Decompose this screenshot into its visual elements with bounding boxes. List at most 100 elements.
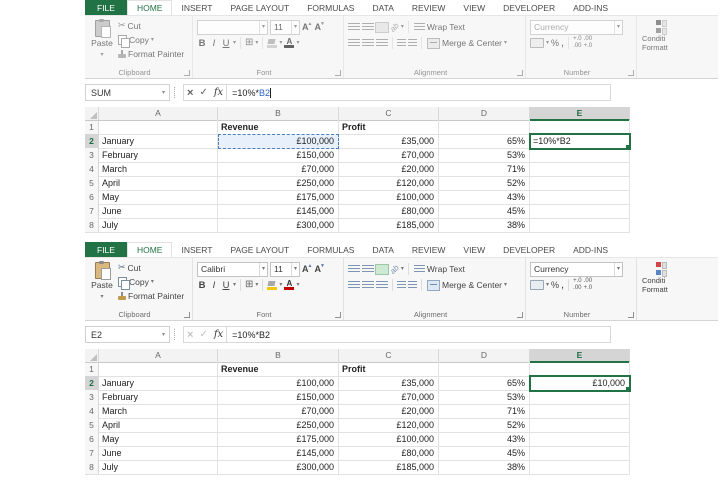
cell-a2[interactable]: January bbox=[99, 134, 218, 149]
tab-formulas[interactable]: FORMULAS bbox=[298, 242, 363, 257]
cell-a3[interactable]: February bbox=[99, 390, 218, 405]
cell-c7[interactable]: £80,000 bbox=[339, 204, 439, 219]
cell-d6[interactable]: 43% bbox=[439, 432, 530, 447]
tab-add-ins[interactable]: ADD-INS bbox=[564, 0, 617, 15]
fill-color-button[interactable] bbox=[267, 39, 277, 48]
cell-a1[interactable] bbox=[99, 362, 218, 377]
cell-a1[interactable] bbox=[99, 120, 218, 135]
cell-c6[interactable]: £100,000 bbox=[339, 432, 439, 447]
cell-c1[interactable]: Profit bbox=[339, 120, 439, 135]
align-left-button[interactable] bbox=[348, 39, 360, 48]
format-painter-button[interactable]: Format Painter bbox=[117, 289, 189, 302]
format-painter-button[interactable]: Format Painter bbox=[117, 47, 189, 60]
column-header-e[interactable]: E bbox=[530, 107, 630, 121]
cell-e1[interactable] bbox=[530, 120, 630, 135]
row-header-1[interactable]: 1 bbox=[85, 120, 99, 135]
cell-b8[interactable]: £300,000 bbox=[218, 460, 339, 475]
cancel-formula-button[interactable]: × bbox=[187, 329, 193, 341]
cell-d3[interactable]: 53% bbox=[439, 148, 530, 163]
cell-b2[interactable]: £100,000 bbox=[218, 376, 339, 391]
cell-e7[interactable] bbox=[530, 204, 630, 219]
increase-decimal-button[interactable]: +.0 .00 bbox=[573, 36, 582, 49]
paste-button[interactable]: Paste ▾ bbox=[89, 261, 115, 300]
cell-a4[interactable]: March bbox=[99, 404, 218, 419]
tab-review[interactable]: REVIEW bbox=[403, 0, 455, 15]
align-middle-button[interactable] bbox=[362, 23, 374, 32]
accounting-format-button[interactable] bbox=[530, 280, 544, 290]
cell-e5[interactable] bbox=[530, 418, 630, 433]
cell-c7[interactable]: £80,000 bbox=[339, 446, 439, 461]
cell-b2[interactable]: £100,000 bbox=[218, 134, 339, 149]
name-box[interactable]: SUM ▾ bbox=[85, 84, 170, 101]
cancel-formula-button[interactable]: × bbox=[187, 87, 193, 99]
cell-d4[interactable]: 71% bbox=[439, 404, 530, 419]
cell-a6[interactable]: May bbox=[99, 190, 218, 205]
shrink-font-button[interactable]: A▼ bbox=[315, 22, 326, 32]
cell-e8[interactable] bbox=[530, 460, 630, 475]
cell-b1[interactable]: Revenue bbox=[218, 120, 339, 135]
cell-a6[interactable]: May bbox=[99, 432, 218, 447]
cell-d7[interactable]: 45% bbox=[439, 446, 530, 461]
tab-file[interactable]: FILE bbox=[85, 0, 127, 15]
font-size-combo[interactable]: 11 ▾ bbox=[270, 262, 300, 277]
tab-data[interactable]: DATA bbox=[363, 0, 402, 15]
cell-a7[interactable]: June bbox=[99, 446, 218, 461]
cell-b7[interactable]: £145,000 bbox=[218, 446, 339, 461]
copy-button[interactable]: Copy ▾ bbox=[117, 33, 189, 46]
cut-button[interactable]: ✂ Cut bbox=[117, 19, 189, 32]
italic-button[interactable]: I bbox=[209, 38, 219, 49]
tab-home[interactable]: HOME bbox=[127, 0, 173, 15]
cell-d1[interactable] bbox=[439, 120, 530, 135]
tab-home[interactable]: HOME bbox=[127, 242, 173, 257]
tab-page-layout[interactable]: PAGE LAYOUT bbox=[221, 242, 298, 257]
fill-color-button[interactable] bbox=[267, 281, 277, 290]
bold-button[interactable]: B bbox=[197, 38, 207, 49]
cell-d6[interactable]: 43% bbox=[439, 190, 530, 205]
wrap-text-button[interactable]: Wrap Text bbox=[413, 264, 466, 274]
conditional-formatting-button[interactable]: Conditi Formatt bbox=[641, 262, 711, 295]
cell-b3[interactable]: £150,000 bbox=[218, 148, 339, 163]
select-all-corner[interactable] bbox=[85, 107, 99, 121]
wrap-text-button[interactable]: Wrap Text bbox=[413, 22, 466, 32]
increase-decimal-button[interactable]: +.0 .00 bbox=[573, 278, 582, 291]
cell-c3[interactable]: £70,000 bbox=[339, 148, 439, 163]
formula-input[interactable]: =10%*B2 bbox=[226, 326, 611, 343]
tab-file[interactable]: FILE bbox=[85, 242, 127, 257]
column-header-c[interactable]: C bbox=[339, 107, 439, 121]
row-header-8[interactable]: 8 bbox=[85, 218, 99, 233]
cell-a3[interactable]: February bbox=[99, 148, 218, 163]
decrease-decimal-button[interactable]: .00 +.0 bbox=[584, 278, 593, 291]
paste-button[interactable]: Paste ▾ bbox=[89, 19, 115, 58]
cell-b3[interactable]: £150,000 bbox=[218, 390, 339, 405]
conditional-formatting-button[interactable]: Conditi Formatt bbox=[641, 20, 711, 53]
grow-font-button[interactable]: A▲ bbox=[302, 264, 313, 274]
cell-a7[interactable]: June bbox=[99, 204, 218, 219]
cell-c3[interactable]: £70,000 bbox=[339, 390, 439, 405]
cell-b4[interactable]: £70,000 bbox=[218, 162, 339, 177]
column-header-b[interactable]: B bbox=[218, 349, 339, 363]
insert-function-button[interactable]: fx bbox=[214, 87, 223, 98]
cell-d7[interactable]: 45% bbox=[439, 204, 530, 219]
tab-add-ins[interactable]: ADD-INS bbox=[564, 242, 617, 257]
row-header-1[interactable]: 1 bbox=[85, 362, 99, 377]
merge-center-button[interactable]: Merge & Center ▾ bbox=[426, 280, 508, 291]
cell-e5[interactable] bbox=[530, 176, 630, 191]
font-name-combo[interactable]: Calibri ▾ bbox=[197, 262, 268, 277]
row-header-3[interactable]: 3 bbox=[85, 148, 99, 163]
cell-e2[interactable]: £10,000 bbox=[530, 376, 630, 391]
cell-b6[interactable]: £175,000 bbox=[218, 190, 339, 205]
percent-style-button[interactable]: % bbox=[551, 280, 559, 290]
column-header-c[interactable]: C bbox=[339, 349, 439, 363]
row-header-2[interactable]: 2 bbox=[85, 134, 99, 149]
alignment-dialog-launcher[interactable] bbox=[517, 312, 523, 318]
tab-insert[interactable]: INSERT bbox=[172, 242, 221, 257]
cell-a4[interactable]: March bbox=[99, 162, 218, 177]
percent-style-button[interactable]: % bbox=[551, 38, 559, 48]
cell-d8[interactable]: 38% bbox=[439, 218, 530, 233]
tab-developer[interactable]: DEVELOPER bbox=[494, 0, 564, 15]
name-box[interactable]: E2 ▾ bbox=[85, 326, 170, 343]
font-name-combo[interactable]: ▾ bbox=[197, 20, 268, 35]
accounting-format-button[interactable] bbox=[530, 38, 544, 48]
alignment-dialog-launcher[interactable] bbox=[517, 70, 523, 76]
cell-c4[interactable]: £20,000 bbox=[339, 162, 439, 177]
